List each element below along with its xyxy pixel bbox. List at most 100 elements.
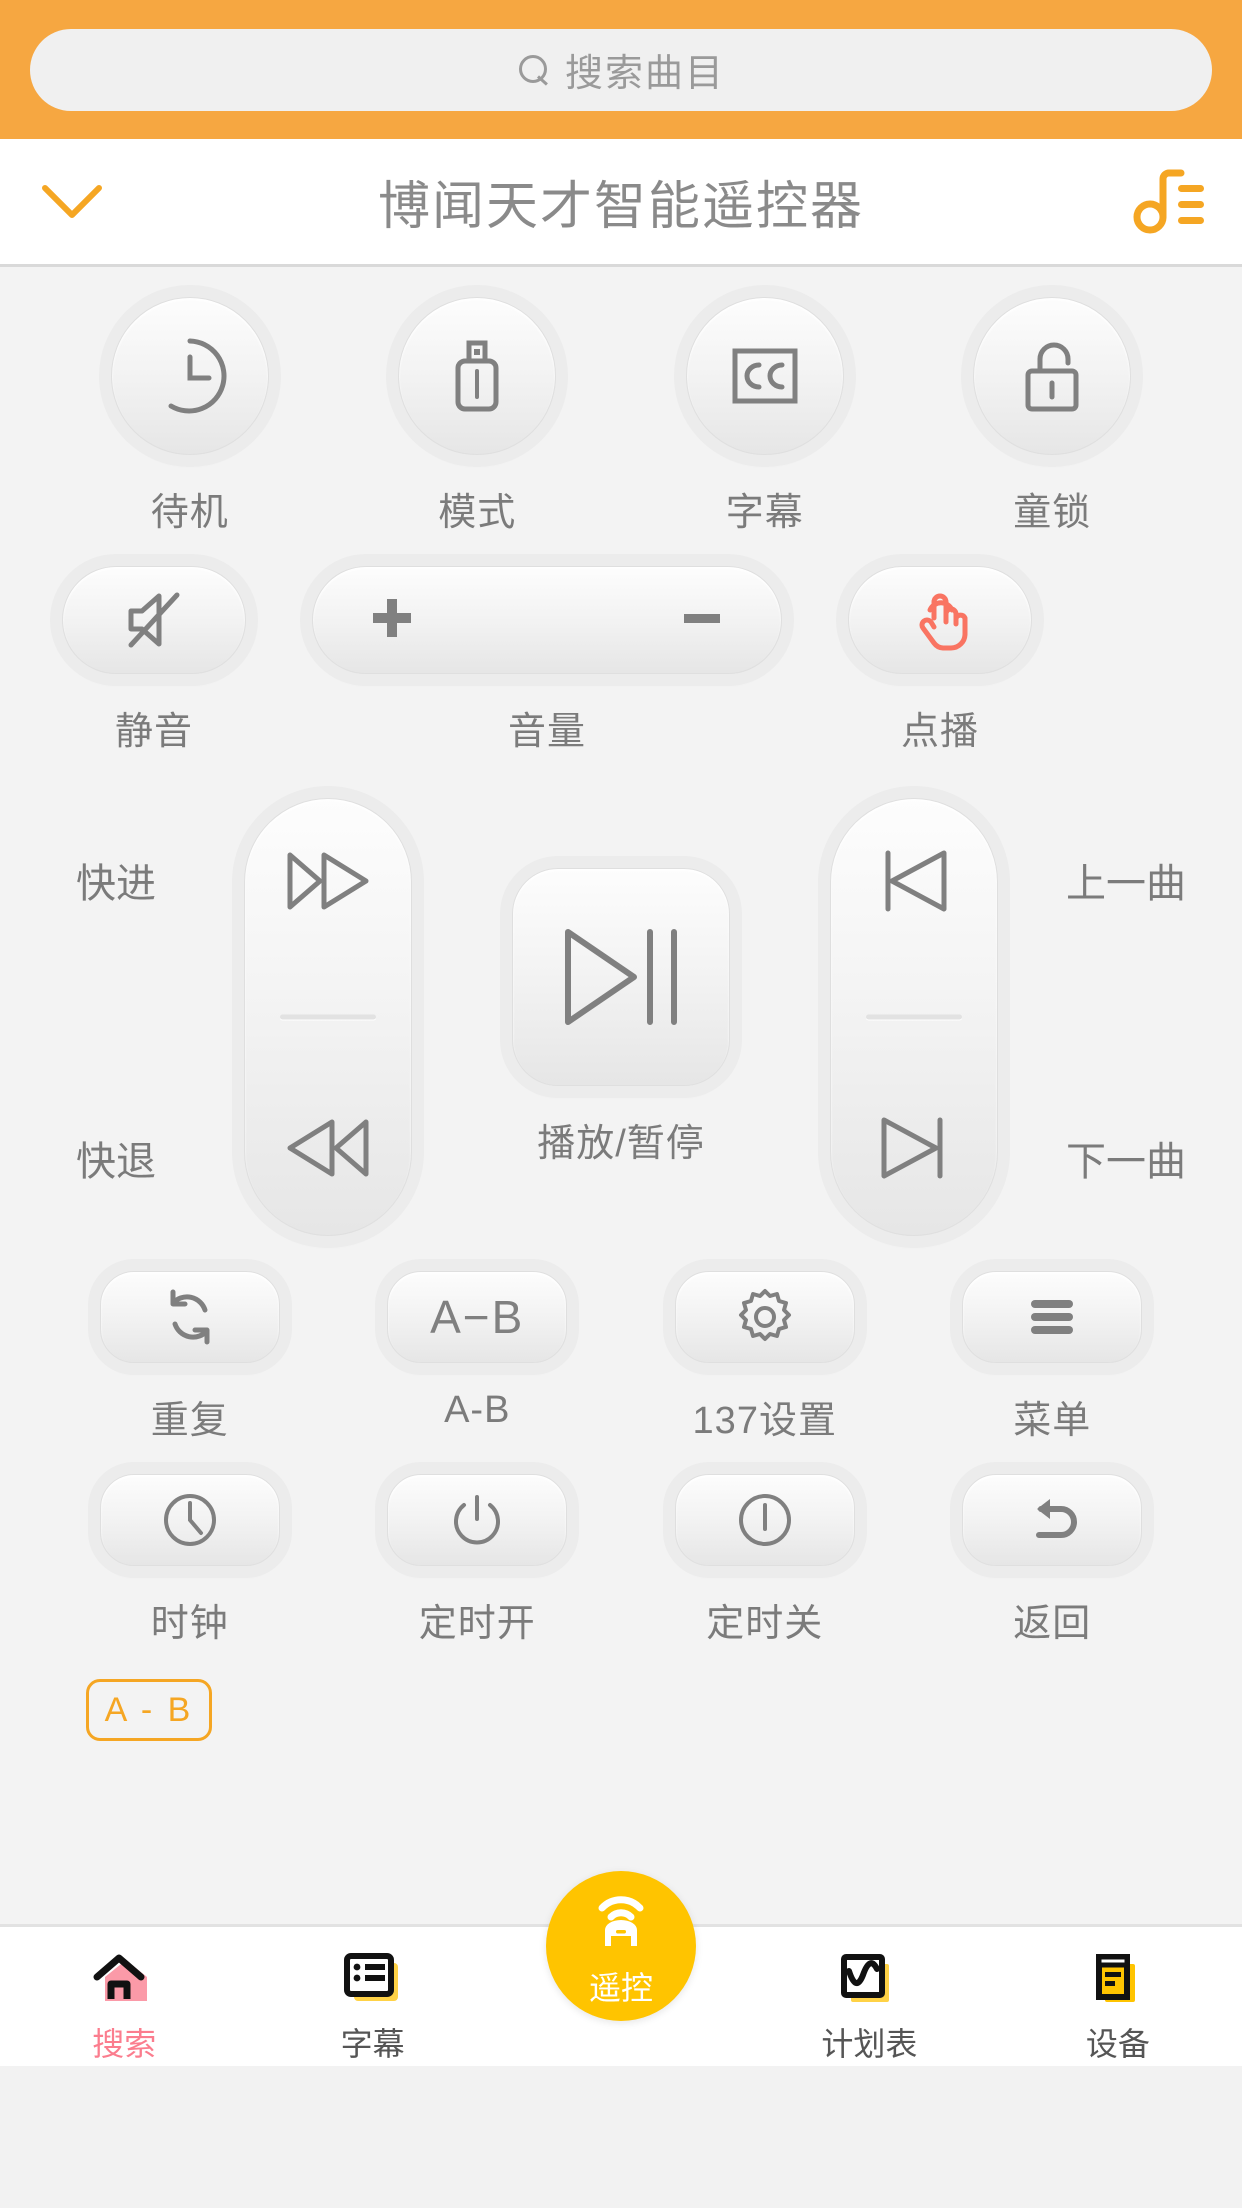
fast-rewind-icon[interactable] bbox=[280, 1110, 376, 1191]
btn-subtitle[interactable]: 字幕 bbox=[685, 297, 844, 536]
tap-hand-icon bbox=[919, 593, 968, 651]
timer-off-label: 定时关 bbox=[706, 1603, 824, 1645]
menu-button[interactable] bbox=[962, 1271, 1143, 1363]
search-placeholder: 搜索曲目 bbox=[564, 53, 725, 95]
volume-label: 音量 bbox=[507, 711, 586, 753]
remote-panel: 待机 模式 字幕 童锁 静音 音量 点播 快进 快退 播放/暂停 上一曲 下一曲… bbox=[0, 267, 1242, 2066]
settings-button[interactable] bbox=[674, 1271, 855, 1363]
subtitle-button[interactable] bbox=[685, 297, 844, 455]
btn-settings[interactable]: 137设置 bbox=[674, 1271, 855, 1444]
gear-icon bbox=[738, 1289, 791, 1341]
mode-label: 模式 bbox=[438, 492, 517, 534]
fast-forward-label: 快进 bbox=[76, 862, 156, 906]
on-demand-label: 点播 bbox=[900, 711, 979, 753]
nav-item-search[interactable]: 搜索 bbox=[0, 1927, 248, 2065]
childlock-button[interactable] bbox=[973, 297, 1132, 455]
nav-item-subtitle[interactable]: 字幕 bbox=[248, 1927, 496, 2065]
on-demand-button[interactable] bbox=[848, 566, 1032, 674]
remote-row-4: 重复 A−B A-B 137设置 菜单 bbox=[0, 1235, 1242, 1444]
schedule-chart-icon bbox=[836, 1943, 902, 2009]
play-pause-icon bbox=[565, 928, 677, 1025]
device-book-icon bbox=[1085, 1943, 1151, 2009]
plus-icon[interactable] bbox=[369, 595, 415, 646]
back-arrow-icon bbox=[1036, 1499, 1078, 1538]
pill-divider bbox=[866, 1014, 962, 1020]
a-b-icon: A−B bbox=[430, 1291, 525, 1343]
prev-next-pill[interactable] bbox=[830, 798, 998, 1236]
ab-button[interactable]: A−B bbox=[387, 1271, 568, 1363]
remote-control-icon bbox=[584, 1884, 658, 1959]
mute-button[interactable] bbox=[62, 566, 246, 674]
nav-label-device: 设备 bbox=[1085, 2026, 1150, 2062]
settings-label: 137设置 bbox=[692, 1400, 837, 1442]
fast-forward-icon[interactable] bbox=[280, 843, 376, 924]
standby-label: 待机 bbox=[150, 492, 229, 534]
nav-item-remote[interactable]: 遥控 bbox=[497, 1871, 745, 2021]
btn-back[interactable]: 返回 bbox=[962, 1474, 1143, 1647]
repeat-label: 重复 bbox=[150, 1400, 229, 1442]
standby-button[interactable] bbox=[110, 297, 269, 455]
chevron-down-icon[interactable] bbox=[36, 182, 108, 222]
mute-speaker-icon bbox=[128, 592, 180, 648]
repeat-button[interactable] bbox=[99, 1271, 280, 1363]
next-track-icon[interactable] bbox=[866, 1110, 962, 1191]
btn-childlock[interactable]: 童锁 bbox=[973, 297, 1132, 536]
home-icon bbox=[91, 1943, 157, 2009]
remote-row-2: 静音 音量 点播 bbox=[0, 536, 1242, 755]
repeat-icon bbox=[170, 1289, 210, 1345]
btn-ab[interactable]: A−B A-B bbox=[387, 1271, 568, 1432]
remote-row-1: 待机 模式 字幕 童锁 bbox=[0, 297, 1242, 536]
music-playlist-icon[interactable] bbox=[1130, 161, 1206, 242]
next-track-label: 下一曲 bbox=[1066, 1140, 1186, 1184]
btn-menu[interactable]: 菜单 bbox=[962, 1271, 1143, 1444]
btn-timer-on[interactable]: 定时开 bbox=[387, 1474, 568, 1647]
btn-standby[interactable]: 待机 bbox=[110, 297, 269, 536]
timer-on-label: 定时开 bbox=[418, 1603, 536, 1645]
mode-button[interactable] bbox=[398, 297, 557, 455]
nav-item-schedule[interactable]: 计划表 bbox=[745, 1927, 993, 2065]
btn-repeat[interactable]: 重复 bbox=[99, 1271, 280, 1444]
ab-label: A-B bbox=[444, 1389, 511, 1431]
lock-open-icon bbox=[1025, 342, 1079, 412]
play-pause-label: 播放/暂停 bbox=[537, 1122, 705, 1165]
back-label: 返回 bbox=[1013, 1603, 1092, 1645]
btn-timer-off[interactable]: 定时关 bbox=[674, 1474, 855, 1647]
btn-clock[interactable]: 时钟 bbox=[99, 1474, 280, 1647]
btn-volume[interactable]: 音量 bbox=[302, 566, 792, 755]
previous-track-icon[interactable] bbox=[866, 843, 962, 924]
childlock-label: 童锁 bbox=[1013, 492, 1092, 534]
previous-track-label: 上一曲 bbox=[1066, 862, 1186, 906]
search-input[interactable]: 搜索曲目 bbox=[30, 28, 1212, 111]
nav-label-schedule: 计划表 bbox=[821, 2026, 918, 2062]
play-pause-wrap[interactable]: 播放/暂停 bbox=[512, 867, 730, 1167]
minus-icon[interactable] bbox=[679, 595, 725, 646]
standby-clock-icon bbox=[168, 338, 227, 414]
volume-button[interactable] bbox=[312, 566, 782, 674]
title-bar: 博闻天才智能遥控器 bbox=[0, 139, 1242, 267]
nav-item-device[interactable]: 设备 bbox=[994, 1927, 1242, 2065]
search-icon bbox=[517, 53, 551, 87]
clock-button[interactable] bbox=[99, 1474, 280, 1566]
subtitle-label: 字幕 bbox=[725, 492, 804, 534]
fast-rewind-label: 快退 bbox=[76, 1140, 156, 1184]
usb-drive-icon bbox=[455, 340, 499, 412]
timer-on-button[interactable] bbox=[387, 1474, 568, 1566]
ff-rew-pill[interactable] bbox=[244, 798, 412, 1236]
pill-divider bbox=[280, 1014, 376, 1020]
btn-on-demand[interactable]: 点播 bbox=[832, 566, 1048, 755]
back-button[interactable] bbox=[962, 1474, 1143, 1566]
play-pause-button[interactable] bbox=[512, 867, 730, 1086]
remote-transport: 快进 快退 播放/暂停 上一曲 下一曲 bbox=[0, 755, 1242, 1236]
power-on-timer-icon bbox=[454, 1495, 501, 1545]
menu-hamburger-icon bbox=[1031, 1300, 1074, 1334]
timer-off-button[interactable] bbox=[674, 1474, 855, 1566]
subtitle-list-icon bbox=[340, 1943, 406, 2009]
btn-mute[interactable]: 静音 bbox=[46, 566, 262, 755]
bottom-navigation: 搜索 字幕 遥控 计划表 设备 bbox=[0, 1871, 1242, 2066]
ab-status-badge[interactable]: A - B bbox=[86, 1679, 212, 1741]
nav-label-remote: 遥控 bbox=[589, 1969, 654, 2006]
remote-row-5: 时钟 定时开 定时关 返回 bbox=[0, 1444, 1242, 1647]
clock-label: 时钟 bbox=[150, 1603, 229, 1645]
btn-mode[interactable]: 模式 bbox=[398, 297, 557, 536]
remote-control-fab[interactable]: 遥控 bbox=[546, 1871, 697, 2021]
